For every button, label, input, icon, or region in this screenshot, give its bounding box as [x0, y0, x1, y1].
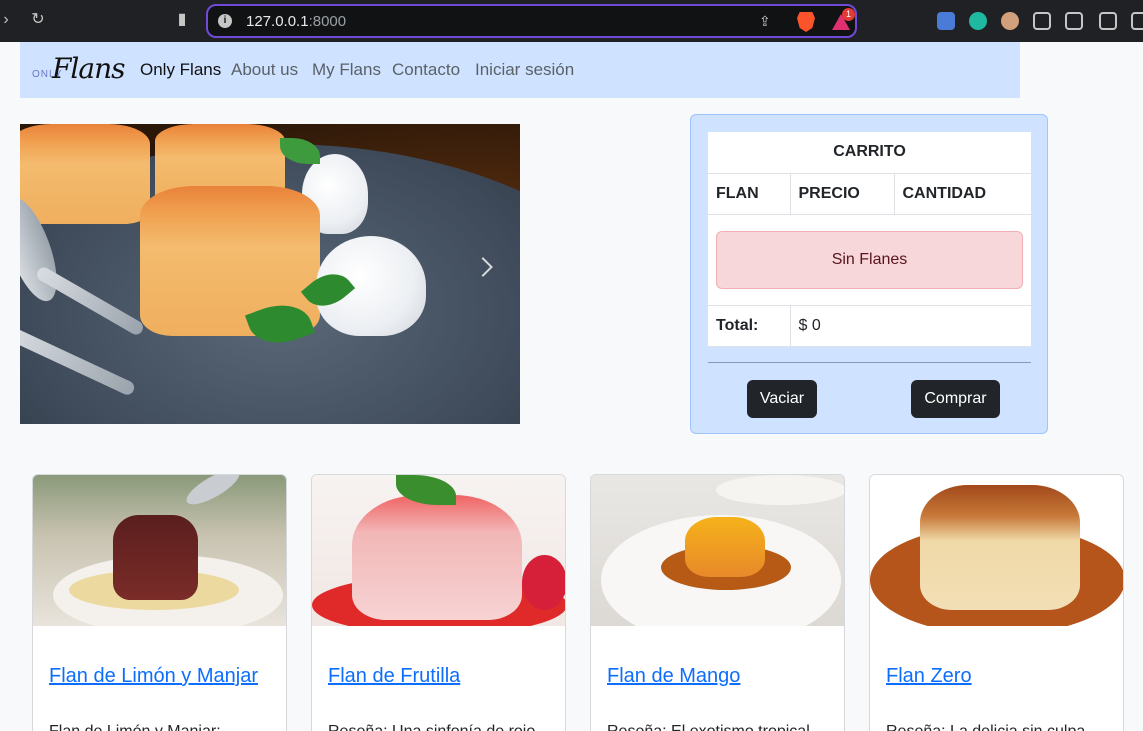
cart-column-header: FLAN	[708, 173, 790, 215]
cart-column-header: CANTIDAD	[893, 173, 1031, 215]
empty-cart-button[interactable]: Vaciar	[747, 380, 817, 418]
wallet-icon[interactable]	[1099, 12, 1117, 30]
product-image	[591, 475, 844, 626]
translate-extension-icon[interactable]	[937, 12, 955, 30]
forward-icon[interactable]: ›	[0, 10, 16, 30]
extension-icon[interactable]	[969, 12, 987, 30]
url-text[interactable]: 127.0.0.1:8000	[246, 13, 346, 30]
nav-link-contacto[interactable]: Contacto	[392, 60, 460, 80]
site-info-icon[interactable]: i	[218, 14, 232, 28]
product-description: Reseña: El exotismo tropical	[607, 723, 810, 731]
product-title-link[interactable]: Flan de Mango	[607, 665, 740, 688]
rewards-badge: 1	[842, 8, 855, 21]
nav-link-login[interactable]: Iniciar sesión	[475, 60, 574, 80]
extensions-puzzle-icon[interactable]	[1033, 12, 1051, 30]
menu-icon[interactable]	[1131, 12, 1143, 30]
product-description: Reseña: La delicia sin culpa	[886, 723, 1085, 731]
product-title-link[interactable]: Flan Zero	[886, 665, 972, 688]
product-description: Flan de Limón y Manjar:	[49, 723, 221, 731]
reload-icon[interactable]: ↻	[28, 10, 48, 30]
divider	[708, 362, 1031, 363]
product-image	[870, 475, 1123, 626]
nav-link-about-us[interactable]: About us	[231, 60, 298, 80]
address-bar[interactable]: i 127.0.0.1:8000 ⇪ 1	[206, 4, 857, 38]
cart-table: CARRITO FLAN PRECIO CANTIDAD Sin Flanes …	[708, 132, 1031, 347]
nav-brand-link[interactable]: Only Flans	[140, 60, 221, 80]
share-icon[interactable]: ⇪	[759, 13, 771, 30]
product-image	[312, 475, 565, 626]
nav-link-my-flans[interactable]: My Flans	[312, 60, 381, 80]
product-title-link[interactable]: Flan de Limón y Manjar	[49, 665, 258, 688]
product-card: Flan de Mango Reseña: El exotismo tropic…	[590, 474, 845, 731]
product-description: Reseña: Una sinfonía de rojo	[328, 723, 535, 731]
product-card: Flan Zero Reseña: La delicia sin culpa	[869, 474, 1124, 731]
empty-cart-alert: Sin Flanes	[716, 230, 1023, 289]
sidebar-icon[interactable]	[1065, 12, 1083, 30]
total-label: Total:	[708, 305, 790, 347]
brave-shields-icon[interactable]	[797, 12, 815, 32]
bookmark-icon[interactable]: ▮	[172, 10, 192, 30]
cart-panel: CARRITO FLAN PRECIO CANTIDAD Sin Flanes …	[690, 114, 1048, 434]
cart-title: CARRITO	[708, 132, 1031, 174]
site-navbar: ONLY Flans Only Flans About us My Flans …	[20, 42, 1020, 98]
cart-column-header: PRECIO	[789, 173, 894, 215]
product-title-link[interactable]: Flan de Frutilla	[328, 665, 460, 688]
product-card: Flan de Limón y Manjar Flan de Limón y M…	[32, 474, 287, 731]
product-image	[33, 475, 286, 626]
extension-icon[interactable]	[1001, 12, 1019, 30]
hero-carousel-image	[20, 124, 520, 424]
buy-button[interactable]: Comprar	[911, 380, 1000, 418]
product-card: Flan de Frutilla Reseña: Una sinfonía de…	[311, 474, 566, 731]
total-value: $ 0	[789, 305, 1031, 347]
browser-toolbar: › ↻ ▮ i 127.0.0.1:8000 ⇪ 1	[0, 0, 1143, 42]
site-logo[interactable]: ONLY Flans	[32, 50, 136, 90]
